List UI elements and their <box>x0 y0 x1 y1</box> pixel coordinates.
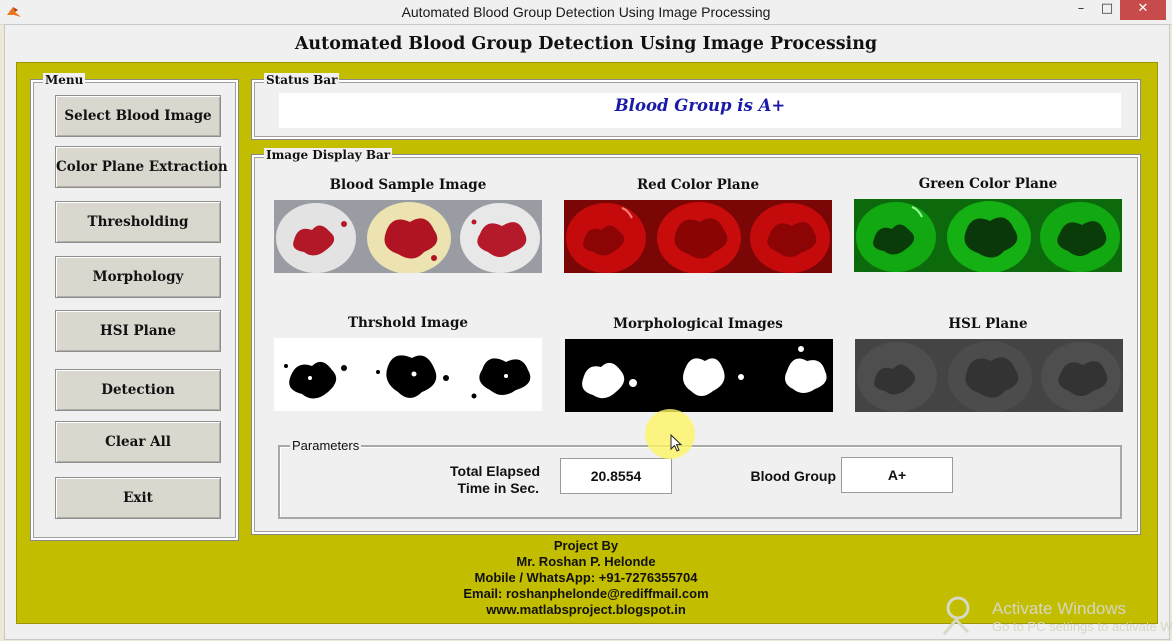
blood-group-field: A+ <box>841 457 953 493</box>
activate-windows-watermark: Activate Windows Go to PC settings to ac… <box>992 600 1172 636</box>
watermark-line1: Activate Windows <box>992 599 1127 618</box>
parameters-panel: Parameters Total Elapsed Time in Sec. 20… <box>278 439 1122 519</box>
morphological-image <box>565 339 833 412</box>
morphological-title: Morphological Images <box>613 316 783 332</box>
elapsed-label-line2: Time in Sec. <box>457 480 539 496</box>
credits-line: Mobile / WhatsApp: +91-7276355704 <box>474 570 698 585</box>
credits-line: Project By <box>553 538 619 553</box>
minimize-button[interactable]: – <box>1068 0 1094 20</box>
mouse-pointer-icon <box>670 434 683 452</box>
elapsed-time-label: Total Elapsed Time in Sec. <box>420 463 540 497</box>
exit-button[interactable]: Exit <box>55 477 221 519</box>
credits-line: Mr. Roshan P. Helonde <box>516 554 656 569</box>
close-button[interactable]: ✕ <box>1120 0 1166 20</box>
watermark-line2: Go to PC settings to activate Windows. <box>992 619 1172 634</box>
color-plane-extraction-button[interactable]: Color Plane Extraction <box>55 146 228 188</box>
elapsed-label-line1: Total Elapsed <box>450 463 540 479</box>
green-plane-title: Green Color Plane <box>918 176 1058 192</box>
window-title: Automated Blood Group Detection Using Im… <box>401 4 771 20</box>
detection-button[interactable]: Detection <box>55 369 221 411</box>
image-display-label: Image Display Bar <box>264 148 393 162</box>
blood-group-label: Blood Group <box>750 468 836 484</box>
blood-sample-image <box>274 200 542 273</box>
menu-label: Menu <box>43 73 86 87</box>
page-title: Automated Blood Group Detection Using Im… <box>294 34 878 54</box>
blood-sample-title: Blood Sample Image <box>329 177 487 193</box>
status-bar-label: Status Bar <box>264 73 340 87</box>
maximize-button[interactable]: □ <box>1094 0 1120 20</box>
hsl-plane-title: HSL Plane <box>948 316 1028 332</box>
threshold-title: Thrshold Image <box>347 315 469 331</box>
image-display-panel: Image Display Bar Blood Sample Image Red… <box>252 148 1140 534</box>
select-blood-image-button[interactable]: Select Blood Image <box>55 95 221 137</box>
hsi-plane-button[interactable]: HSI Plane <box>55 310 221 352</box>
red-plane-title: Red Color Plane <box>636 177 760 193</box>
windows-activation-icon <box>942 596 970 635</box>
parameters-label: Parameters <box>290 438 362 453</box>
status-bar-panel: Status Bar Blood Group is A+ <box>252 73 1140 139</box>
threshold-image <box>274 338 542 411</box>
clear-all-button[interactable]: Clear All <box>55 421 221 463</box>
thresholding-button[interactable]: Thresholding <box>55 201 221 243</box>
menu-panel: Menu Select Blood Image Color Plane Extr… <box>31 73 238 540</box>
hsl-plane-image <box>855 339 1123 412</box>
red-plane-image <box>564 200 832 273</box>
green-plane-image <box>854 199 1122 272</box>
window-title-bar: Automated Blood Group Detection Using Im… <box>0 0 1172 25</box>
elapsed-time-field: 20.8554 <box>560 458 672 494</box>
morphology-button[interactable]: Morphology <box>55 256 221 298</box>
status-text: Blood Group is A+ <box>279 93 1121 128</box>
